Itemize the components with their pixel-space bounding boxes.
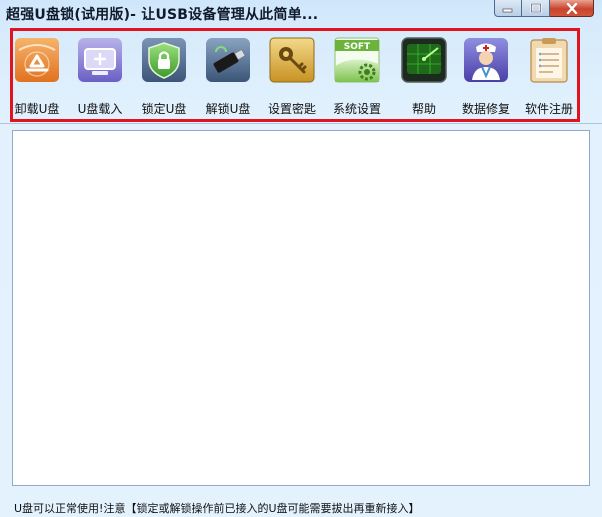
title-bar[interactable]: 超强U盘锁(试用版)- 让USB设备管理从此简单... [0,0,602,26]
window-controls [494,0,594,17]
status-message: U盘可以正常使用!注意【锁定或解锁操作前已接入的U盘可能需要拔出再重新接入】 [14,502,420,515]
toolbar-divider [0,123,602,124]
app-window: 超强U盘锁(试用版)- 让USB设备管理从此简单... 卸载U盘 U盘载入 锁定… [0,0,602,517]
maximize-button[interactable] [522,0,550,17]
maximize-icon [530,3,541,13]
minimize-button[interactable] [494,0,522,17]
device-list-panel[interactable] [12,130,590,486]
status-bar: U盘可以正常使用!注意【锁定或解锁操作前已接入的U盘可能需要拔出再重新接入】 [0,495,602,517]
window-title: 超强U盘锁(试用版)- 让USB设备管理从此简单... [6,7,319,23]
toolbar-highlight-frame [10,28,580,122]
minimize-icon [502,8,513,13]
close-icon [566,2,577,14]
close-button[interactable] [550,0,594,17]
